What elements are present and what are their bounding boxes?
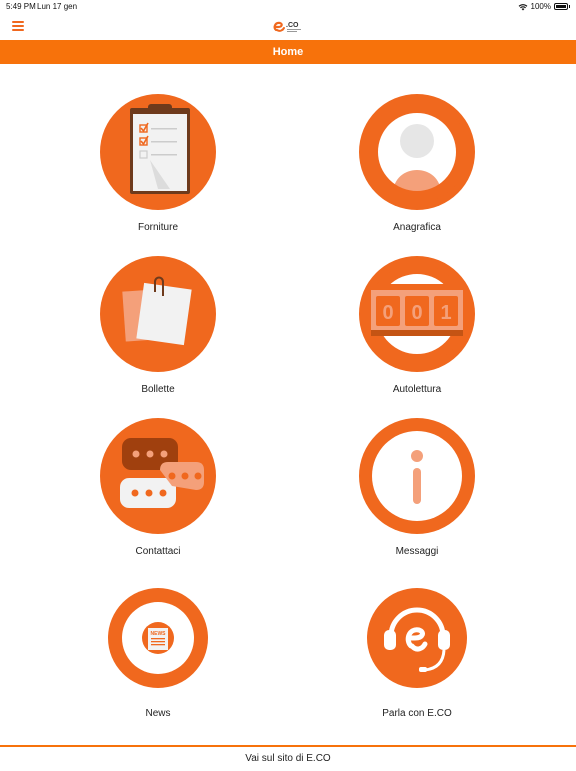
svg-text:.CO: .CO	[286, 22, 299, 29]
tile-label: Contattaci	[135, 546, 181, 557]
wifi-icon	[518, 3, 527, 10]
status-date: Lun 17 gen	[37, 2, 78, 11]
status-time: 5:49 PM	[6, 2, 36, 11]
chat-bubbles-icon	[100, 418, 216, 534]
tile-label: Autolettura	[392, 384, 442, 395]
tile-anagrafica[interactable]: Anagrafica	[317, 94, 517, 244]
bill-paper-clip-icon	[100, 256, 216, 372]
status-bar: 5:49 PM Lun 17 gen 100%	[0, 0, 576, 14]
website-link[interactable]: Vai sul sito di E.CO	[0, 745, 576, 770]
tile-label: News	[145, 708, 171, 719]
meter-digit: 0	[411, 302, 422, 324]
meter-counter-icon: 0 0 1	[359, 256, 475, 372]
hamburger-menu-icon[interactable]	[12, 21, 24, 31]
battery-tip	[569, 5, 570, 8]
tile-autolettura[interactable]: 0 0 1 Autolettura	[317, 256, 517, 406]
tile-news[interactable]: NEWS News	[58, 588, 258, 738]
battery-icon	[554, 3, 568, 10]
headset-support-icon	[367, 588, 467, 688]
tile-messaggi[interactable]: Messaggi	[317, 418, 517, 568]
tile-forniture[interactable]: Forniture	[58, 94, 258, 244]
user-profile-icon	[359, 94, 475, 210]
newspaper-icon: NEWS	[108, 588, 208, 688]
tile-bollette[interactable]: Bollette	[58, 256, 258, 406]
tile-label: Messaggi	[395, 546, 439, 557]
clipboard-checklist-icon	[100, 94, 216, 210]
tile-label: Anagrafica	[393, 222, 441, 233]
info-icon	[359, 418, 475, 534]
tile-label: Forniture	[137, 222, 178, 233]
tile-contattaci[interactable]: Contattaci	[58, 418, 258, 568]
status-right: 100%	[518, 2, 570, 11]
meter-digit: 1	[440, 302, 451, 324]
news-badge-text: NEWS	[151, 631, 167, 637]
top-bar: .CO	[0, 14, 576, 40]
tile-label: Bollette	[141, 384, 175, 395]
eco-logo: .CO	[273, 21, 301, 32]
tile-parla-con-eco[interactable]: Parla con E.CO	[317, 588, 517, 738]
battery-percent: 100%	[530, 2, 551, 11]
meter-digit: 0	[382, 302, 393, 324]
tile-label: Parla con E.CO	[382, 708, 452, 719]
page-title: Home	[0, 40, 576, 64]
